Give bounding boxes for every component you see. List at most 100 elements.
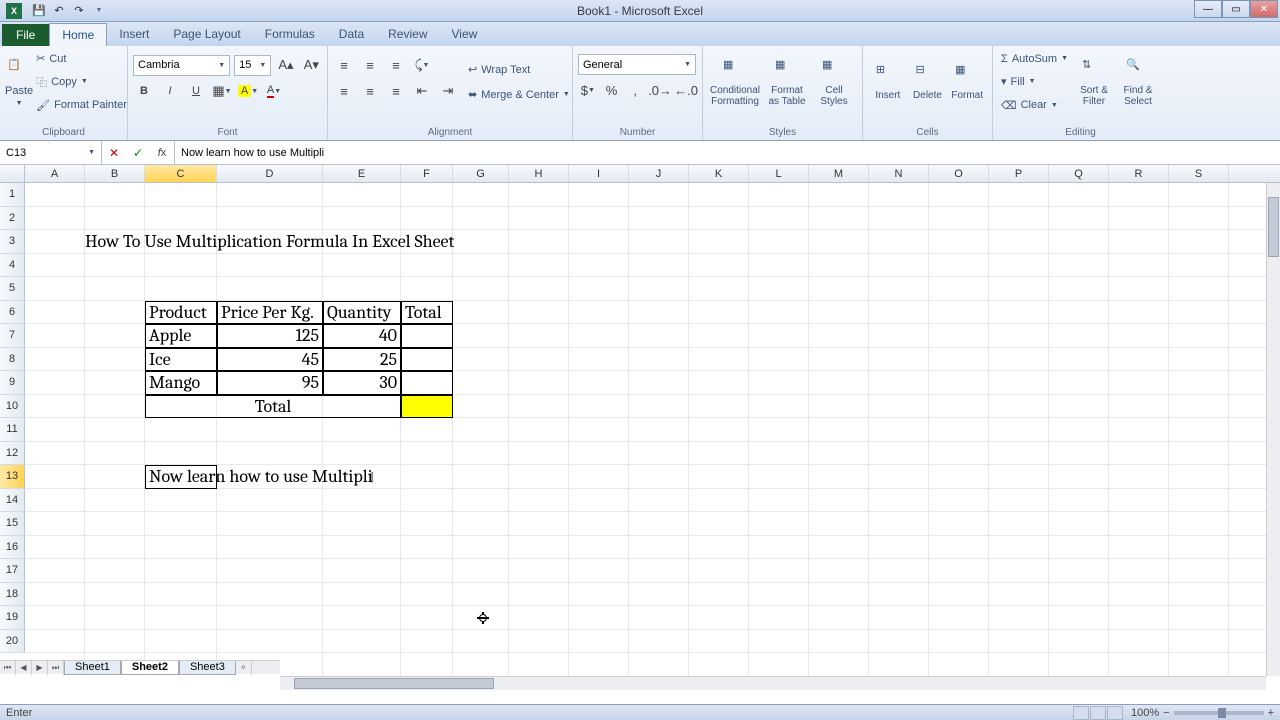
sort-filter-button[interactable]: ⇅Sort & Filter: [1073, 48, 1115, 116]
sheet-last-icon[interactable]: ⏭: [48, 661, 64, 675]
row-header-13[interactable]: 13: [0, 465, 25, 489]
vertical-scrollbar[interactable]: [1266, 183, 1280, 676]
sheet-first-icon[interactable]: ⏮: [0, 661, 16, 675]
table-grand-total[interactable]: [401, 395, 453, 419]
sheet-tab-sheet1[interactable]: Sheet1: [64, 661, 121, 675]
row-header-3[interactable]: 3: [0, 230, 25, 254]
table-header[interactable]: Total: [401, 301, 453, 325]
delete-cells-button[interactable]: ⊟Delete: [908, 48, 948, 116]
table-cell-product[interactable]: Mango: [145, 371, 217, 395]
border-button[interactable]: ▦▼: [211, 80, 233, 102]
col-header-Q[interactable]: Q: [1049, 165, 1109, 182]
col-header-H[interactable]: H: [509, 165, 569, 182]
italic-button[interactable]: I: [159, 80, 181, 102]
row-header-18[interactable]: 18: [0, 583, 25, 607]
copy-button[interactable]: ⿻Copy▼: [33, 71, 130, 92]
close-button[interactable]: ✕: [1250, 0, 1278, 18]
table-cell-qty[interactable]: 40: [323, 324, 401, 348]
horizontal-scrollbar[interactable]: [280, 676, 1266, 690]
increase-font-icon[interactable]: A▴: [275, 54, 296, 76]
table-header[interactable]: Price Per Kg.: [217, 301, 323, 325]
tab-formulas[interactable]: Formulas: [253, 23, 327, 46]
tab-page-layout[interactable]: Page Layout: [161, 23, 252, 46]
cell-styles-button[interactable]: ▦Cell Styles: [812, 48, 856, 116]
row-header-19[interactable]: 19: [0, 606, 25, 630]
font-size-combo[interactable]: 15▼: [234, 55, 271, 76]
cell-area[interactable]: How To Use Multiplication Formula In Exc…: [25, 183, 1266, 676]
page-layout-view-icon[interactable]: [1090, 706, 1106, 720]
find-select-button[interactable]: 🔍Find & Select: [1117, 48, 1159, 116]
orientation-icon[interactable]: ⤹▼: [411, 54, 433, 76]
col-header-N[interactable]: N: [869, 165, 929, 182]
zoom-out-icon[interactable]: −: [1163, 707, 1169, 719]
col-header-P[interactable]: P: [989, 165, 1049, 182]
increase-decimal-icon[interactable]: .0→: [649, 79, 671, 101]
wrap-text-button[interactable]: ↩Wrap Text: [465, 59, 573, 81]
qat-customize-icon[interactable]: ▼: [90, 2, 108, 20]
col-header-G[interactable]: G: [453, 165, 509, 182]
maximize-button[interactable]: ▭: [1222, 0, 1250, 18]
row-header-4[interactable]: 4: [0, 254, 25, 278]
align-center-icon[interactable]: ≡: [359, 80, 381, 102]
name-box-dropdown-icon[interactable]: ▼: [88, 149, 95, 156]
enter-icon[interactable]: ✓: [126, 146, 150, 160]
format-as-table-button[interactable]: ▦Format as Table: [762, 48, 812, 116]
align-right-icon[interactable]: ≡: [385, 80, 407, 102]
insert-cells-button[interactable]: ⊞Insert: [868, 48, 908, 116]
sheet-tab-sheet3[interactable]: Sheet3: [179, 661, 236, 675]
col-header-D[interactable]: D: [217, 165, 323, 182]
autosum-button[interactable]: ΣAutoSum▼: [998, 48, 1071, 69]
fill-button[interactable]: ▾Fill▼: [998, 71, 1071, 92]
decrease-indent-icon[interactable]: ⇤: [411, 80, 433, 102]
row-header-16[interactable]: 16: [0, 536, 25, 560]
col-header-A[interactable]: A: [25, 165, 85, 182]
paste-button[interactable]: 📋 Paste ▼: [5, 48, 33, 116]
align-bottom-icon[interactable]: ≡: [385, 54, 407, 76]
bold-button[interactable]: B: [133, 80, 155, 102]
currency-icon[interactable]: $▼: [578, 79, 598, 101]
row-header-2[interactable]: 2: [0, 207, 25, 231]
file-tab[interactable]: File: [2, 24, 49, 46]
row-header-15[interactable]: 15: [0, 512, 25, 536]
conditional-formatting-button[interactable]: ▦Conditional Formatting: [708, 48, 762, 116]
col-header-B[interactable]: B: [85, 165, 145, 182]
percent-icon[interactable]: %: [602, 79, 622, 101]
row-header-14[interactable]: 14: [0, 489, 25, 513]
undo-icon[interactable]: ↶: [50, 2, 68, 20]
row-header-5[interactable]: 5: [0, 277, 25, 301]
table-cell-price[interactable]: 95: [217, 371, 323, 395]
row-header-9[interactable]: 9: [0, 371, 25, 395]
table-header[interactable]: Quantity: [323, 301, 401, 325]
col-header-M[interactable]: M: [809, 165, 869, 182]
normal-view-icon[interactable]: [1073, 706, 1089, 720]
row-header-10[interactable]: 10: [0, 395, 25, 419]
increase-indent-icon[interactable]: ⇥: [437, 80, 459, 102]
row-header-20[interactable]: 20: [0, 630, 25, 654]
col-header-J[interactable]: J: [629, 165, 689, 182]
font-color-button[interactable]: A▼: [263, 80, 285, 102]
tab-home[interactable]: Home: [49, 23, 107, 46]
cancel-icon[interactable]: ✕: [102, 146, 126, 160]
tab-data[interactable]: Data: [327, 23, 376, 46]
fill-color-button[interactable]: A▼: [237, 80, 259, 102]
name-box[interactable]: C13 ▼: [0, 141, 102, 164]
zoom-thumb[interactable]: [1218, 708, 1226, 718]
row-header-8[interactable]: 8: [0, 348, 25, 372]
number-format-combo[interactable]: General▼: [578, 54, 696, 75]
table-cell-qty[interactable]: 25: [323, 348, 401, 372]
row-header-1[interactable]: 1: [0, 183, 25, 207]
table-cell-price[interactable]: 125: [217, 324, 323, 348]
worksheet-grid[interactable]: ABCDEFGHIJKLMNOPQRS 12345678910111213141…: [0, 165, 1280, 690]
table-cell-total[interactable]: [401, 371, 453, 395]
fx-icon[interactable]: fx: [150, 147, 174, 159]
row-header-17[interactable]: 17: [0, 559, 25, 583]
zoom-in-icon[interactable]: +: [1268, 707, 1274, 719]
table-cell-total[interactable]: [401, 324, 453, 348]
col-header-S[interactable]: S: [1169, 165, 1229, 182]
col-header-E[interactable]: E: [323, 165, 401, 182]
active-editing-cell[interactable]: Now learn how to use Multipli|: [145, 465, 217, 489]
table-cell-product[interactable]: Ice: [145, 348, 217, 372]
row-header-12[interactable]: 12: [0, 442, 25, 466]
select-all-corner[interactable]: [0, 165, 25, 182]
col-header-O[interactable]: O: [929, 165, 989, 182]
